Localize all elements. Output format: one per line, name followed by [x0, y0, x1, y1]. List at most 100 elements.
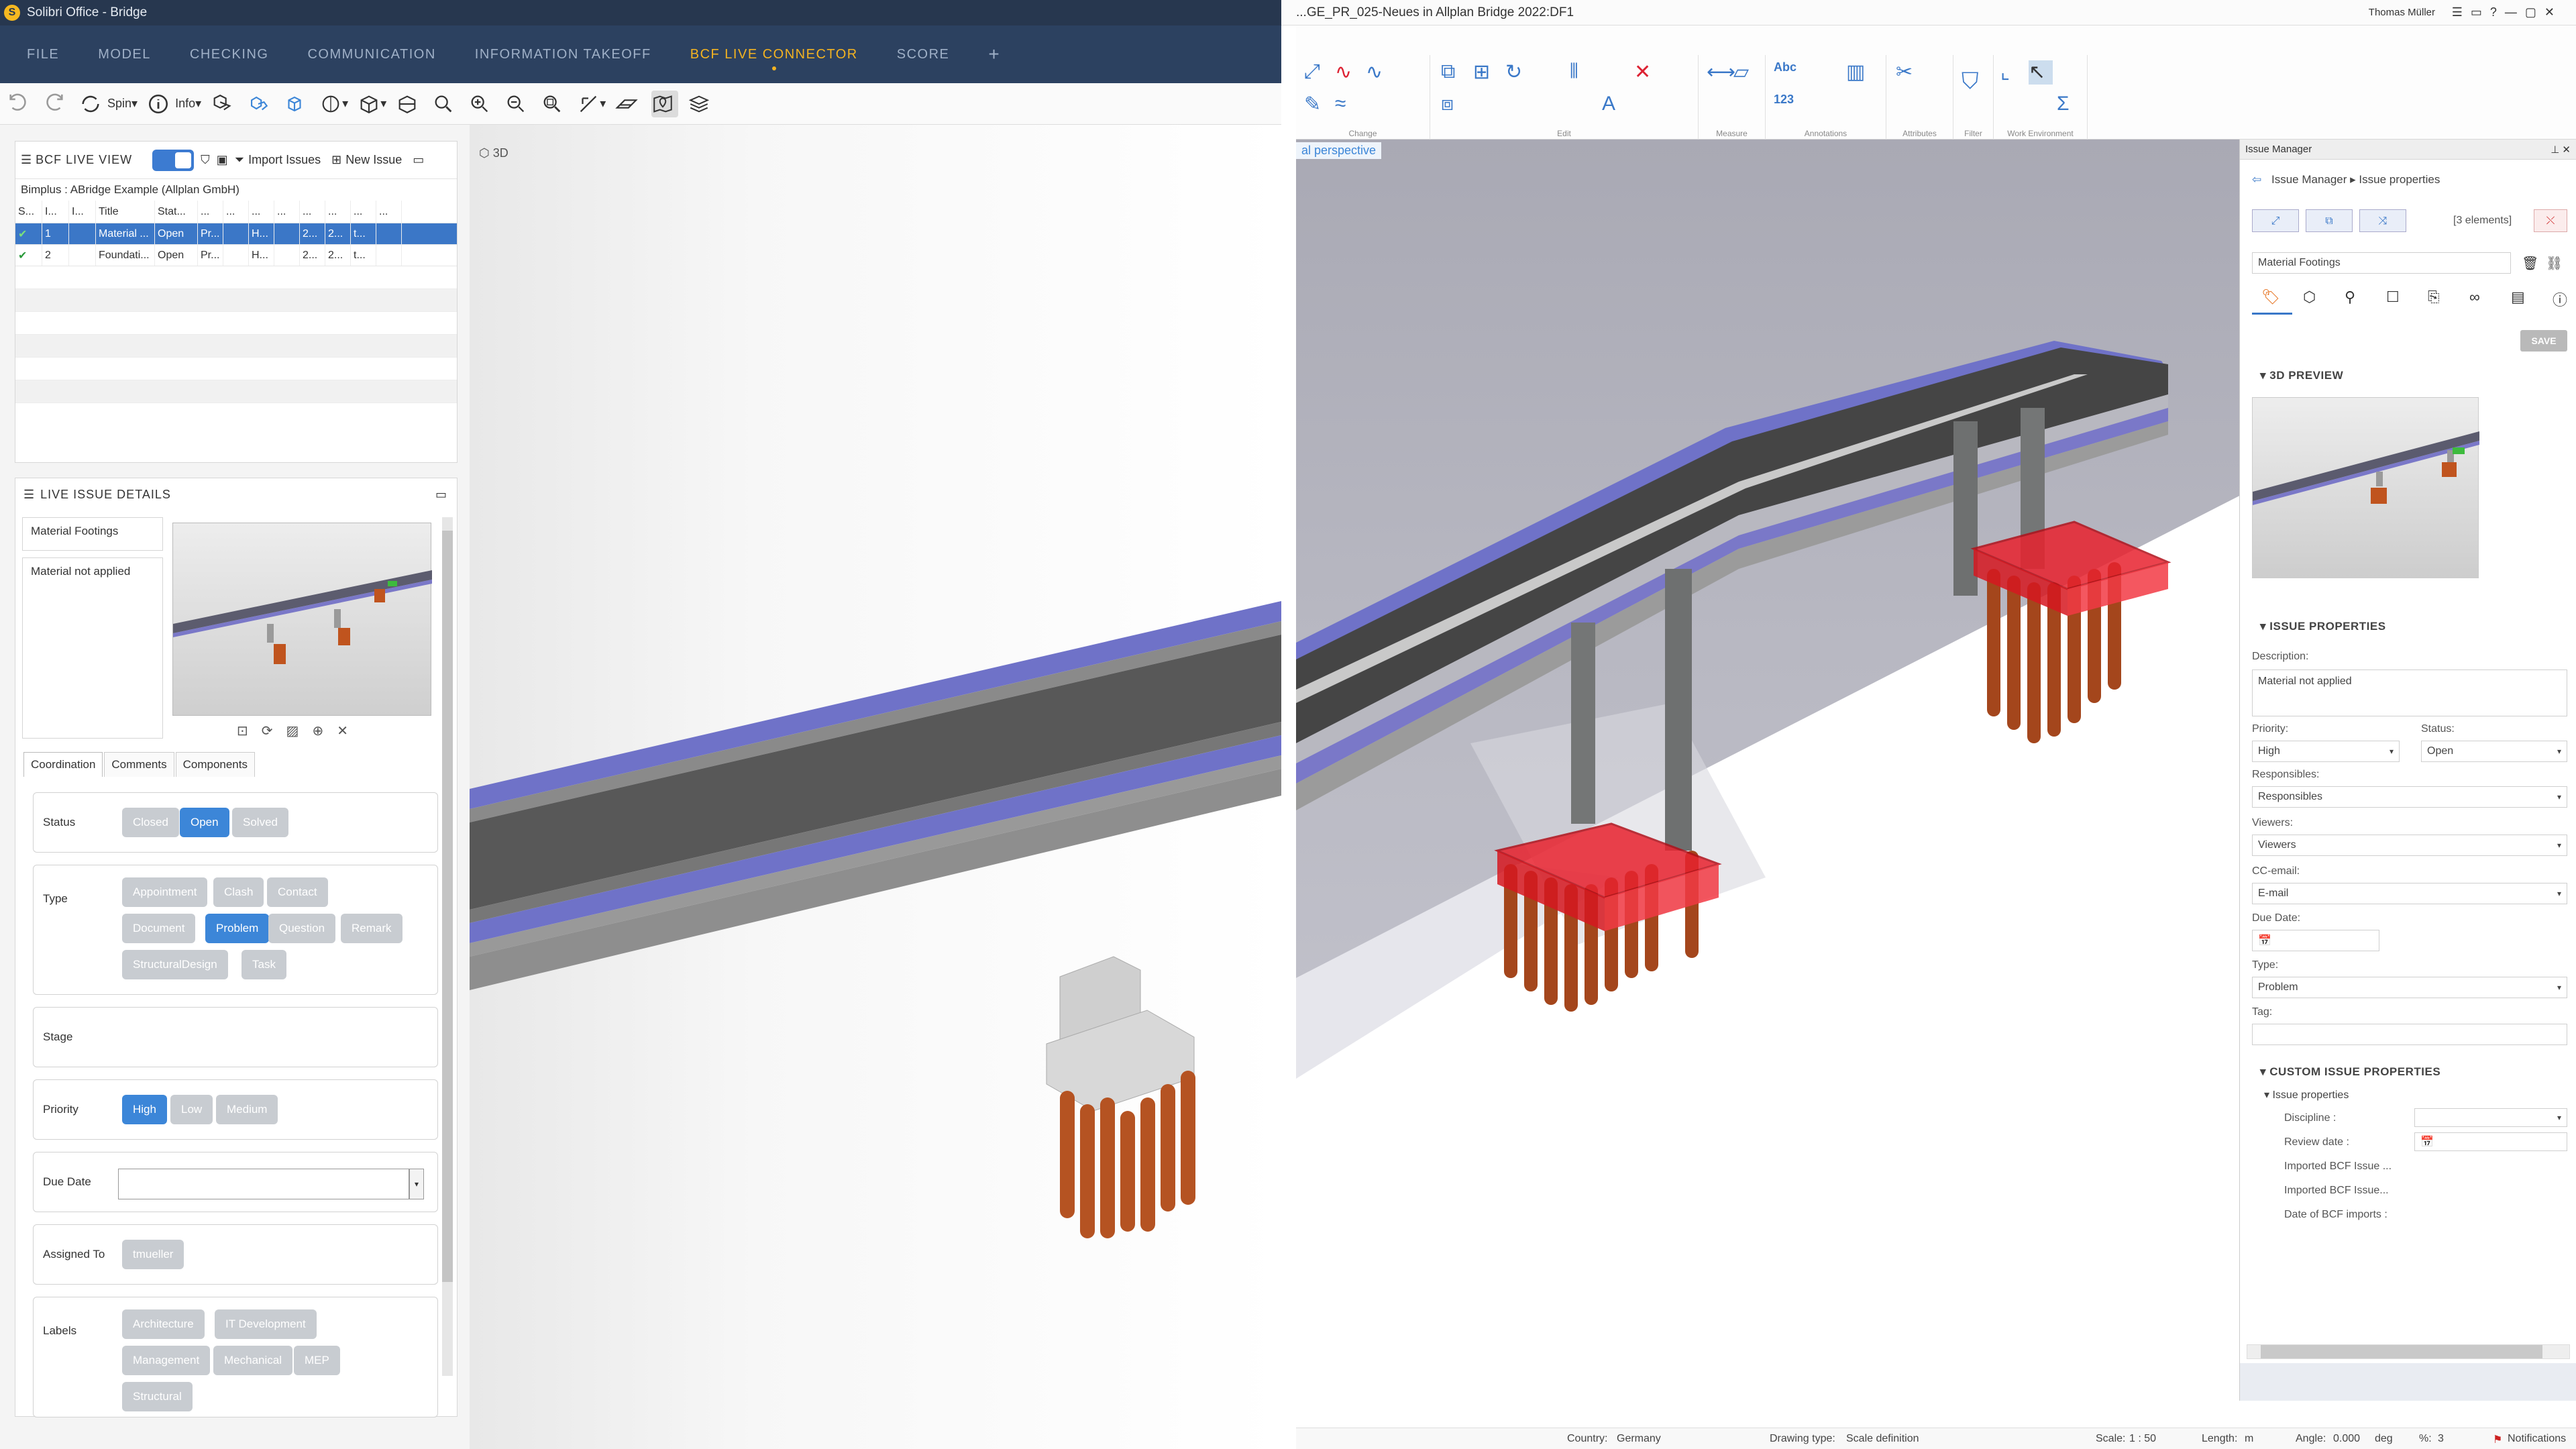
- menu-communication[interactable]: COMMUNICATION: [307, 47, 435, 62]
- menu-score[interactable]: SCORE: [897, 47, 950, 62]
- measure-length-icon[interactable]: ⟷: [1707, 60, 1735, 85]
- discipline-select[interactable]: ▾: [2414, 1108, 2567, 1127]
- priority-low[interactable]: Low: [170, 1095, 213, 1124]
- type-appointment[interactable]: Appointment: [122, 877, 208, 907]
- tab-coordination[interactable]: Coordination: [23, 752, 103, 777]
- type-remark[interactable]: Remark: [341, 914, 402, 943]
- new-issue-icon[interactable]: ⊞: [331, 153, 341, 167]
- horizontal-scrollbar[interactable]: [2247, 1344, 2570, 1359]
- tag-icon[interactable]: 🏷: [2261, 288, 2280, 306]
- tool-btn-2[interactable]: ⧉: [2306, 209, 2353, 232]
- menu-file[interactable]: FILE: [27, 47, 59, 62]
- tab-components[interactable]: Components: [175, 752, 255, 777]
- path-icon[interactable]: ≈: [1335, 93, 1359, 117]
- document-icon[interactable]: ▤: [2511, 288, 2525, 306]
- maximize-icon[interactable]: ▭: [413, 153, 424, 167]
- spin-button[interactable]: Spin ▾: [79, 91, 138, 117]
- col-10[interactable]: ...: [300, 201, 325, 223]
- col-8[interactable]: ...: [249, 201, 274, 223]
- attribute-icon[interactable]: ✂: [1896, 60, 1920, 85]
- type-structuraldesign[interactable]: StructuralDesign: [122, 950, 228, 979]
- priority-medium[interactable]: Medium: [216, 1095, 278, 1124]
- zoom-fit-icon[interactable]: [432, 91, 459, 117]
- panel-controls[interactable]: ⊥ ✕: [2551, 144, 2571, 156]
- percent-value[interactable]: 3: [2438, 1433, 2444, 1445]
- issue-snapshot[interactable]: [172, 523, 432, 716]
- menu-information-takeoff[interactable]: INFORMATION TAKEOFF: [475, 47, 651, 62]
- priority-select[interactable]: High ▾: [2252, 741, 2400, 762]
- back-arrow-icon[interactable]: ⇦: [2252, 173, 2265, 186]
- mirror-icon[interactable]: ⫴: [1570, 60, 1594, 85]
- col-stat[interactable]: Stat...: [155, 201, 198, 223]
- col-6[interactable]: ...: [198, 201, 223, 223]
- calendar-icon[interactable]: 📅: [2420, 1135, 2434, 1148]
- funnel-icon[interactable]: ⛉: [1962, 68, 1986, 94]
- collapse-icon[interactable]: ▾: [2260, 1065, 2269, 1078]
- collapse-icon[interactable]: ▾: [2260, 620, 2269, 633]
- tab-comments[interactable]: Comments: [104, 752, 174, 777]
- link-icon[interactable]: ⛓: [2546, 255, 2563, 272]
- undo-icon[interactable]: [7, 91, 34, 117]
- type-problem[interactable]: Problem: [205, 914, 270, 943]
- import-icon[interactable]: ⏷: [235, 153, 244, 167]
- solibri-3d-viewport[interactable]: ⬡ 3D: [470, 125, 1281, 1449]
- tool-btn-red[interactable]: ⤬: [2534, 209, 2567, 232]
- snap-icon[interactable]: ⌞: [2000, 60, 2025, 85]
- issue-title-input[interactable]: Material Footings: [2252, 252, 2511, 274]
- maximize-icon[interactable]: ▭: [435, 488, 447, 502]
- delete-icon[interactable]: ✕: [1634, 60, 1658, 85]
- due-date-input[interactable]: [118, 1169, 409, 1199]
- stretch-icon[interactable]: ⊞: [1473, 60, 1497, 85]
- model-tree-icon[interactable]: [211, 91, 237, 117]
- notifications-label[interactable]: Notifications: [2508, 1433, 2566, 1445]
- status-open[interactable]: Open: [180, 808, 229, 837]
- chart-icon[interactable]: ▥: [1846, 60, 1870, 85]
- floor-plan-icon[interactable]: [615, 91, 642, 117]
- edit-icon[interactable]: ✎: [1304, 93, 1328, 117]
- zoom-window-icon[interactable]: [541, 91, 568, 117]
- zoom-out-icon[interactable]: [504, 91, 531, 117]
- allplan-3d-viewport[interactable]: [1296, 140, 2254, 1401]
- cube-blue-icon[interactable]: [283, 91, 310, 117]
- status-select[interactable]: Open ▾: [2421, 741, 2567, 762]
- number-123-icon[interactable]: 123: [1774, 93, 1798, 117]
- label-mep[interactable]: MEP: [294, 1346, 340, 1375]
- info-icon[interactable]: ⓘ: [2553, 288, 2567, 310]
- label-it-development[interactable]: IT Development: [215, 1309, 317, 1339]
- country-value[interactable]: Germany: [1617, 1433, 1661, 1445]
- zoom-icon[interactable]: ⊕: [312, 724, 337, 739]
- label-architecture[interactable]: Architecture: [122, 1309, 205, 1339]
- viewers-select[interactable]: Viewers ▾: [2252, 835, 2567, 856]
- text-icon[interactable]: A: [1602, 93, 1626, 117]
- cc-email-select[interactable]: E-mail ▾: [2252, 883, 2567, 904]
- tool-btn-3[interactable]: ⤨: [2359, 209, 2406, 232]
- visibility-icon[interactable]: ▾: [319, 91, 348, 117]
- offset-icon[interactable]: ⧈: [1441, 93, 1465, 117]
- type-document[interactable]: Document: [122, 914, 196, 943]
- menu-model[interactable]: MODEL: [98, 47, 151, 62]
- comment-icon[interactable]: ☐: [2386, 288, 2400, 306]
- col-id[interactable]: I...: [69, 201, 96, 223]
- type-task[interactable]: Task: [241, 950, 286, 979]
- col-9[interactable]: ...: [274, 201, 300, 223]
- sigma-icon[interactable]: Σ: [2057, 93, 2081, 117]
- notifications-icon[interactable]: ⚑: [2493, 1433, 2502, 1446]
- layers-icon[interactable]: [688, 91, 714, 117]
- save-button[interactable]: SAVE: [2520, 330, 2567, 352]
- collapse-icon[interactable]: ▾: [2260, 369, 2269, 382]
- assigned-tmueller[interactable]: tmueller: [122, 1240, 184, 1269]
- text-abc-icon[interactable]: Abc: [1774, 60, 1798, 85]
- add-tab-icon[interactable]: +: [988, 44, 999, 65]
- map-pin-icon[interactable]: [651, 90, 679, 117]
- details-scrollbar[interactable]: [442, 517, 453, 1376]
- info-button[interactable]: Info ▾: [147, 91, 201, 117]
- type-contact[interactable]: Contact: [267, 877, 328, 907]
- due-date-dropdown-icon[interactable]: ▾: [409, 1169, 424, 1199]
- col-index[interactable]: I...: [42, 201, 69, 223]
- type-clash[interactable]: Clash: [213, 877, 264, 907]
- status-closed[interactable]: Closed: [122, 808, 179, 837]
- table-row[interactable]: ✔ 2 Foundati... Open Pr... H... 2... 2..…: [15, 245, 457, 266]
- col-status[interactable]: S...: [15, 201, 42, 223]
- table-row[interactable]: ✔ 1 Material ... Open Pr... H... 2... 2.…: [15, 223, 457, 245]
- issue-preview-image[interactable]: [2252, 397, 2479, 578]
